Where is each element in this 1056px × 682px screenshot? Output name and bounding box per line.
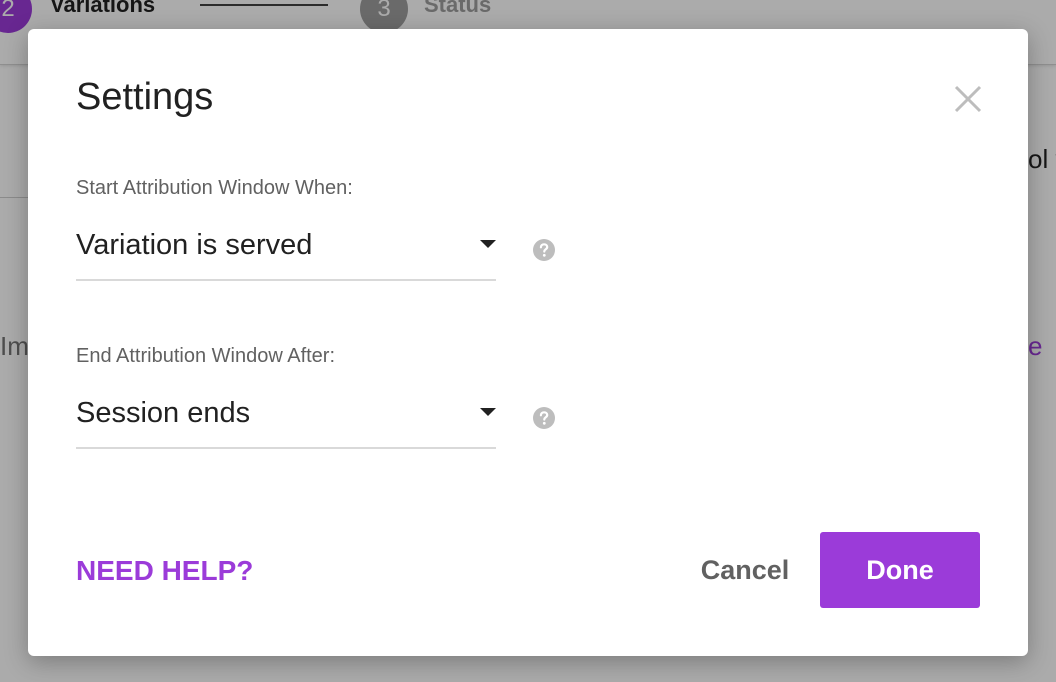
end-window-select[interactable]: Session ends <box>76 391 496 449</box>
start-window-label: Start Attribution Window When: <box>76 177 353 199</box>
start-window-value: Variation is served <box>76 229 313 261</box>
chevron-down-icon <box>480 408 496 416</box>
help-icon[interactable] <box>532 406 556 430</box>
page: 2 Variations 3 Status Impo ol v e Settin… <box>0 0 1056 682</box>
need-help-link[interactable]: NEED HELP? <box>76 553 253 589</box>
close-icon <box>954 85 982 113</box>
settings-dialog: Settings Start Attribution Window When: … <box>28 29 1028 656</box>
dialog-title: Settings <box>76 76 214 118</box>
start-window-select[interactable]: Variation is served <box>76 223 496 281</box>
cancel-button[interactable]: Cancel <box>688 532 802 608</box>
done-button[interactable]: Done <box>820 532 980 608</box>
end-window-value: Session ends <box>76 397 251 429</box>
end-window-label: End Attribution Window After: <box>76 345 336 367</box>
chevron-down-icon <box>480 240 496 248</box>
close-button[interactable] <box>948 79 988 119</box>
help-icon[interactable] <box>532 238 556 262</box>
